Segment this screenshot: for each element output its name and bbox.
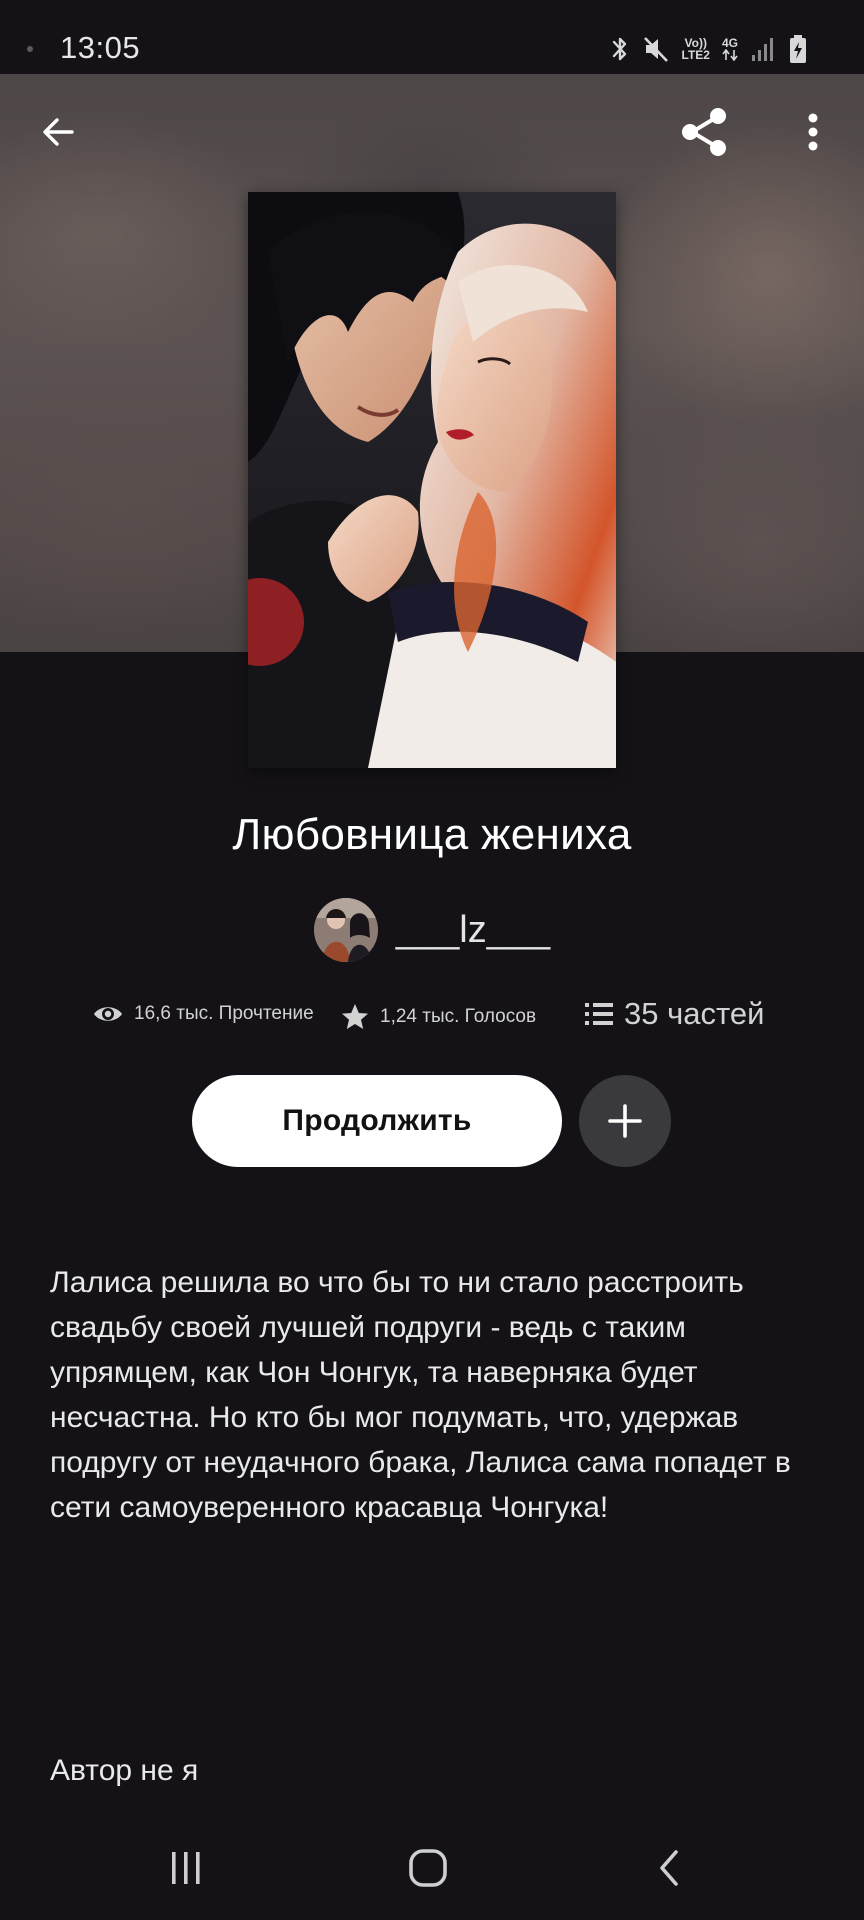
avatar[interactable] — [313, 898, 378, 962]
cover-illustration — [248, 192, 616, 768]
reads-count: 16,6 тыс. Прочтение — [134, 1003, 314, 1024]
more-options-button[interactable] — [781, 100, 845, 164]
bluetooth-icon — [610, 34, 630, 64]
star-icon — [342, 1004, 368, 1029]
share-button[interactable] — [672, 100, 736, 164]
data-arrows-icon — [722, 49, 738, 61]
status-icons: Vo)) LTE2 4G — [610, 32, 808, 66]
arrow-left-icon — [43, 118, 74, 146]
signal-icon — [750, 35, 776, 63]
status-time: 13:05 — [60, 30, 141, 65]
system-back-button[interactable] — [638, 1836, 702, 1900]
network-label: Vo)) LTE2 — [682, 37, 710, 61]
mute-icon — [642, 34, 670, 64]
eye-icon — [94, 1007, 122, 1021]
add-to-library-button[interactable] — [579, 1075, 671, 1167]
home-icon — [409, 1849, 447, 1887]
parts-stat[interactable]: 35 частей — [584, 996, 764, 1032]
reads-stat: 16,6 тыс. Прочтение — [92, 1002, 314, 1026]
network-gen: 4G — [722, 37, 738, 61]
battery-charging-icon — [788, 34, 808, 64]
votes-stat: 1,24 тыс. Голосов — [340, 1002, 536, 1032]
story-cover-image[interactable] — [248, 192, 616, 768]
parts-count: 35 частей — [624, 996, 765, 1031]
votes-count: 1,24 тыс. Голосов — [380, 1006, 537, 1027]
story-description: Лалиса решила во что бы то ни стало расс… — [50, 1266, 791, 1524]
continue-reading-button[interactable]: Продолжить — [192, 1075, 562, 1167]
author-name[interactable]: ___lz___ — [396, 909, 550, 952]
list-icon — [585, 1003, 613, 1025]
share-icon — [682, 108, 726, 156]
story-title: Любовница жениха — [232, 810, 632, 859]
plus-icon — [608, 1104, 642, 1138]
network-gen-label: 4G — [721, 36, 738, 50]
author-note: Автор не я — [50, 1754, 199, 1787]
more-vertical-icon — [808, 113, 818, 151]
system-nav-bar — [0, 1818, 864, 1920]
author-avatar-image — [313, 898, 378, 962]
author-row[interactable]: ___lz___ — [0, 898, 864, 962]
home-button[interactable] — [396, 1836, 460, 1900]
recent-apps-button[interactable] — [154, 1836, 218, 1900]
story-details-screen: 13:05 Vo)) LTE2 4G Любовница жениха ___l… — [0, 0, 864, 1920]
story-stats: 16,6 тыс. Прочтение 1,24 тыс. Голосов 35… — [0, 996, 864, 1046]
back-icon — [660, 1850, 678, 1886]
notification-dot — [27, 46, 33, 52]
status-bar: 13:05 Vo)) LTE2 4G — [0, 0, 864, 74]
recent-apps-icon — [172, 1852, 200, 1884]
network-lte-label: LTE2 — [681, 48, 710, 62]
back-button[interactable] — [26, 100, 90, 164]
